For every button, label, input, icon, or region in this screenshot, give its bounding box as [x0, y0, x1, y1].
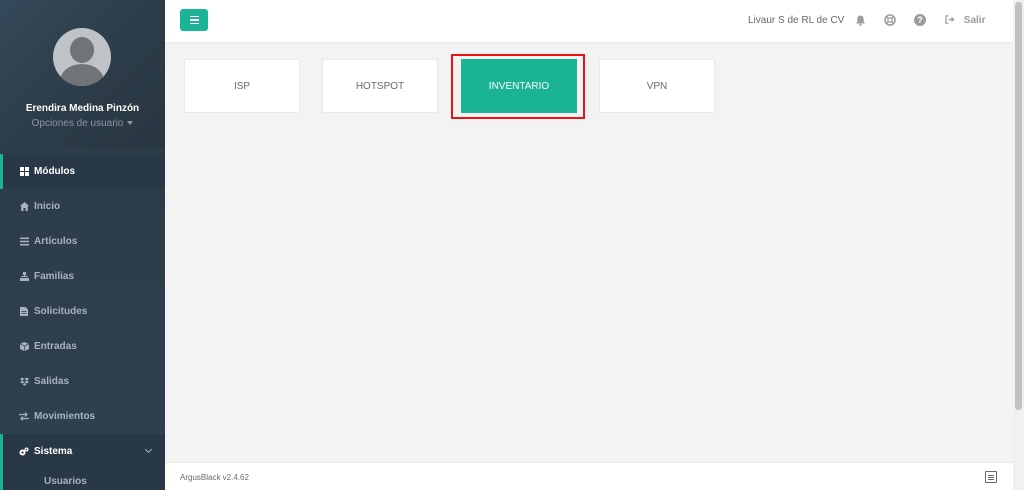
- sign-out-icon: [945, 15, 958, 26]
- menu-bar-line: [189, 22, 199, 25]
- sidebar-item-label: Artículos: [34, 236, 78, 247]
- module-vpn-button[interactable]: VPN: [599, 59, 715, 113]
- sidebar-item-label: Sistema: [34, 446, 73, 457]
- sitemap-icon: [19, 272, 29, 282]
- user-profile: Erendira Medina Pinzón Opciones de usuar…: [0, 0, 165, 148]
- footer: ArgusBlack v2.4.62: [165, 462, 1013, 490]
- avatar[interactable]: [53, 28, 111, 86]
- logout-label: Salir: [963, 15, 986, 26]
- sidebar: Erendira Medina Pinzón Opciones de usuar…: [0, 0, 165, 490]
- main-content: ISP HOTSPOT INVENTARIO VPN: [165, 44, 1013, 462]
- avatar-head: [70, 37, 94, 63]
- sidebar-subitem-label: Usuarios: [44, 476, 87, 487]
- list-icon: [19, 237, 29, 247]
- sidebar-item-inicio[interactable]: Inicio: [0, 189, 165, 224]
- user-name: Erendira Medina Pinzón: [25, 103, 140, 114]
- sidebar-item-solicitudes[interactable]: Solicitudes: [0, 294, 165, 329]
- cogs-icon: [19, 447, 29, 457]
- user-options-label: Opciones de usuario: [31, 118, 124, 129]
- scrollbar-thumb[interactable]: [1015, 2, 1022, 410]
- sidebar-subitem-usuarios[interactable]: Usuarios: [0, 469, 165, 490]
- box-icon: [19, 342, 29, 352]
- sidebar-item-label: Inicio: [34, 201, 61, 212]
- caret-down-icon: [127, 121, 134, 126]
- user-options-dropdown[interactable]: Opciones de usuario: [0, 118, 165, 129]
- dropbox-icon: [19, 377, 29, 387]
- file-icon: [19, 307, 29, 317]
- sidebar-item-label: Solicitudes: [34, 306, 88, 317]
- module-inventario-button[interactable]: INVENTARIO: [461, 59, 577, 113]
- sidebar-item-label: Familias: [34, 271, 75, 282]
- sidebar-item-label: Salidas: [34, 376, 70, 387]
- chevron-down-icon: [144, 445, 153, 454]
- vertical-scrollbar[interactable]: [1013, 0, 1024, 490]
- sidebar-item-familias[interactable]: Familias: [0, 259, 165, 294]
- menu-bar-line: [189, 19, 199, 21]
- grid-icon: [19, 167, 29, 177]
- support-icon[interactable]: [884, 14, 896, 26]
- sidebar-item-entradas[interactable]: Entradas: [0, 329, 165, 364]
- logout-button[interactable]: Salir: [945, 15, 985, 26]
- exchange-icon: [19, 412, 29, 422]
- sidebar-nav: Módulos Inicio Artículos Familias Solici…: [0, 154, 165, 490]
- menu-bar-line: [189, 15, 199, 18]
- svg-text:?: ?: [917, 15, 923, 25]
- help-icon[interactable]: ?: [914, 14, 926, 26]
- app-version: ArgusBlack v2.4.62: [180, 473, 249, 482]
- module-hotspot-button[interactable]: HOTSPOT: [322, 59, 438, 113]
- company-name: Livaur S de RL de CV: [748, 15, 845, 26]
- home-icon: [19, 202, 29, 212]
- menu-toggle-button[interactable]: [180, 9, 208, 31]
- sidebar-item-movimientos[interactable]: Movimientos: [0, 399, 165, 434]
- sidebar-item-modulos[interactable]: Módulos: [0, 154, 165, 189]
- sidebar-item-salidas[interactable]: Salidas: [0, 364, 165, 399]
- sidebar-item-label: Módulos: [34, 166, 76, 177]
- bell-icon[interactable]: [854, 14, 866, 26]
- sidebar-item-articulos[interactable]: Artículos: [0, 224, 165, 259]
- top-navbar: Livaur S de RL de CV ? Salir: [165, 0, 1013, 43]
- avatar-body: [60, 64, 104, 86]
- sidebar-item-label: Entradas: [34, 341, 77, 352]
- module-isp-button[interactable]: ISP: [184, 59, 300, 113]
- server-icon[interactable]: [985, 471, 997, 483]
- sidebar-item-label: Movimientos: [34, 411, 96, 422]
- sidebar-item-sistema[interactable]: Sistema: [0, 434, 165, 469]
